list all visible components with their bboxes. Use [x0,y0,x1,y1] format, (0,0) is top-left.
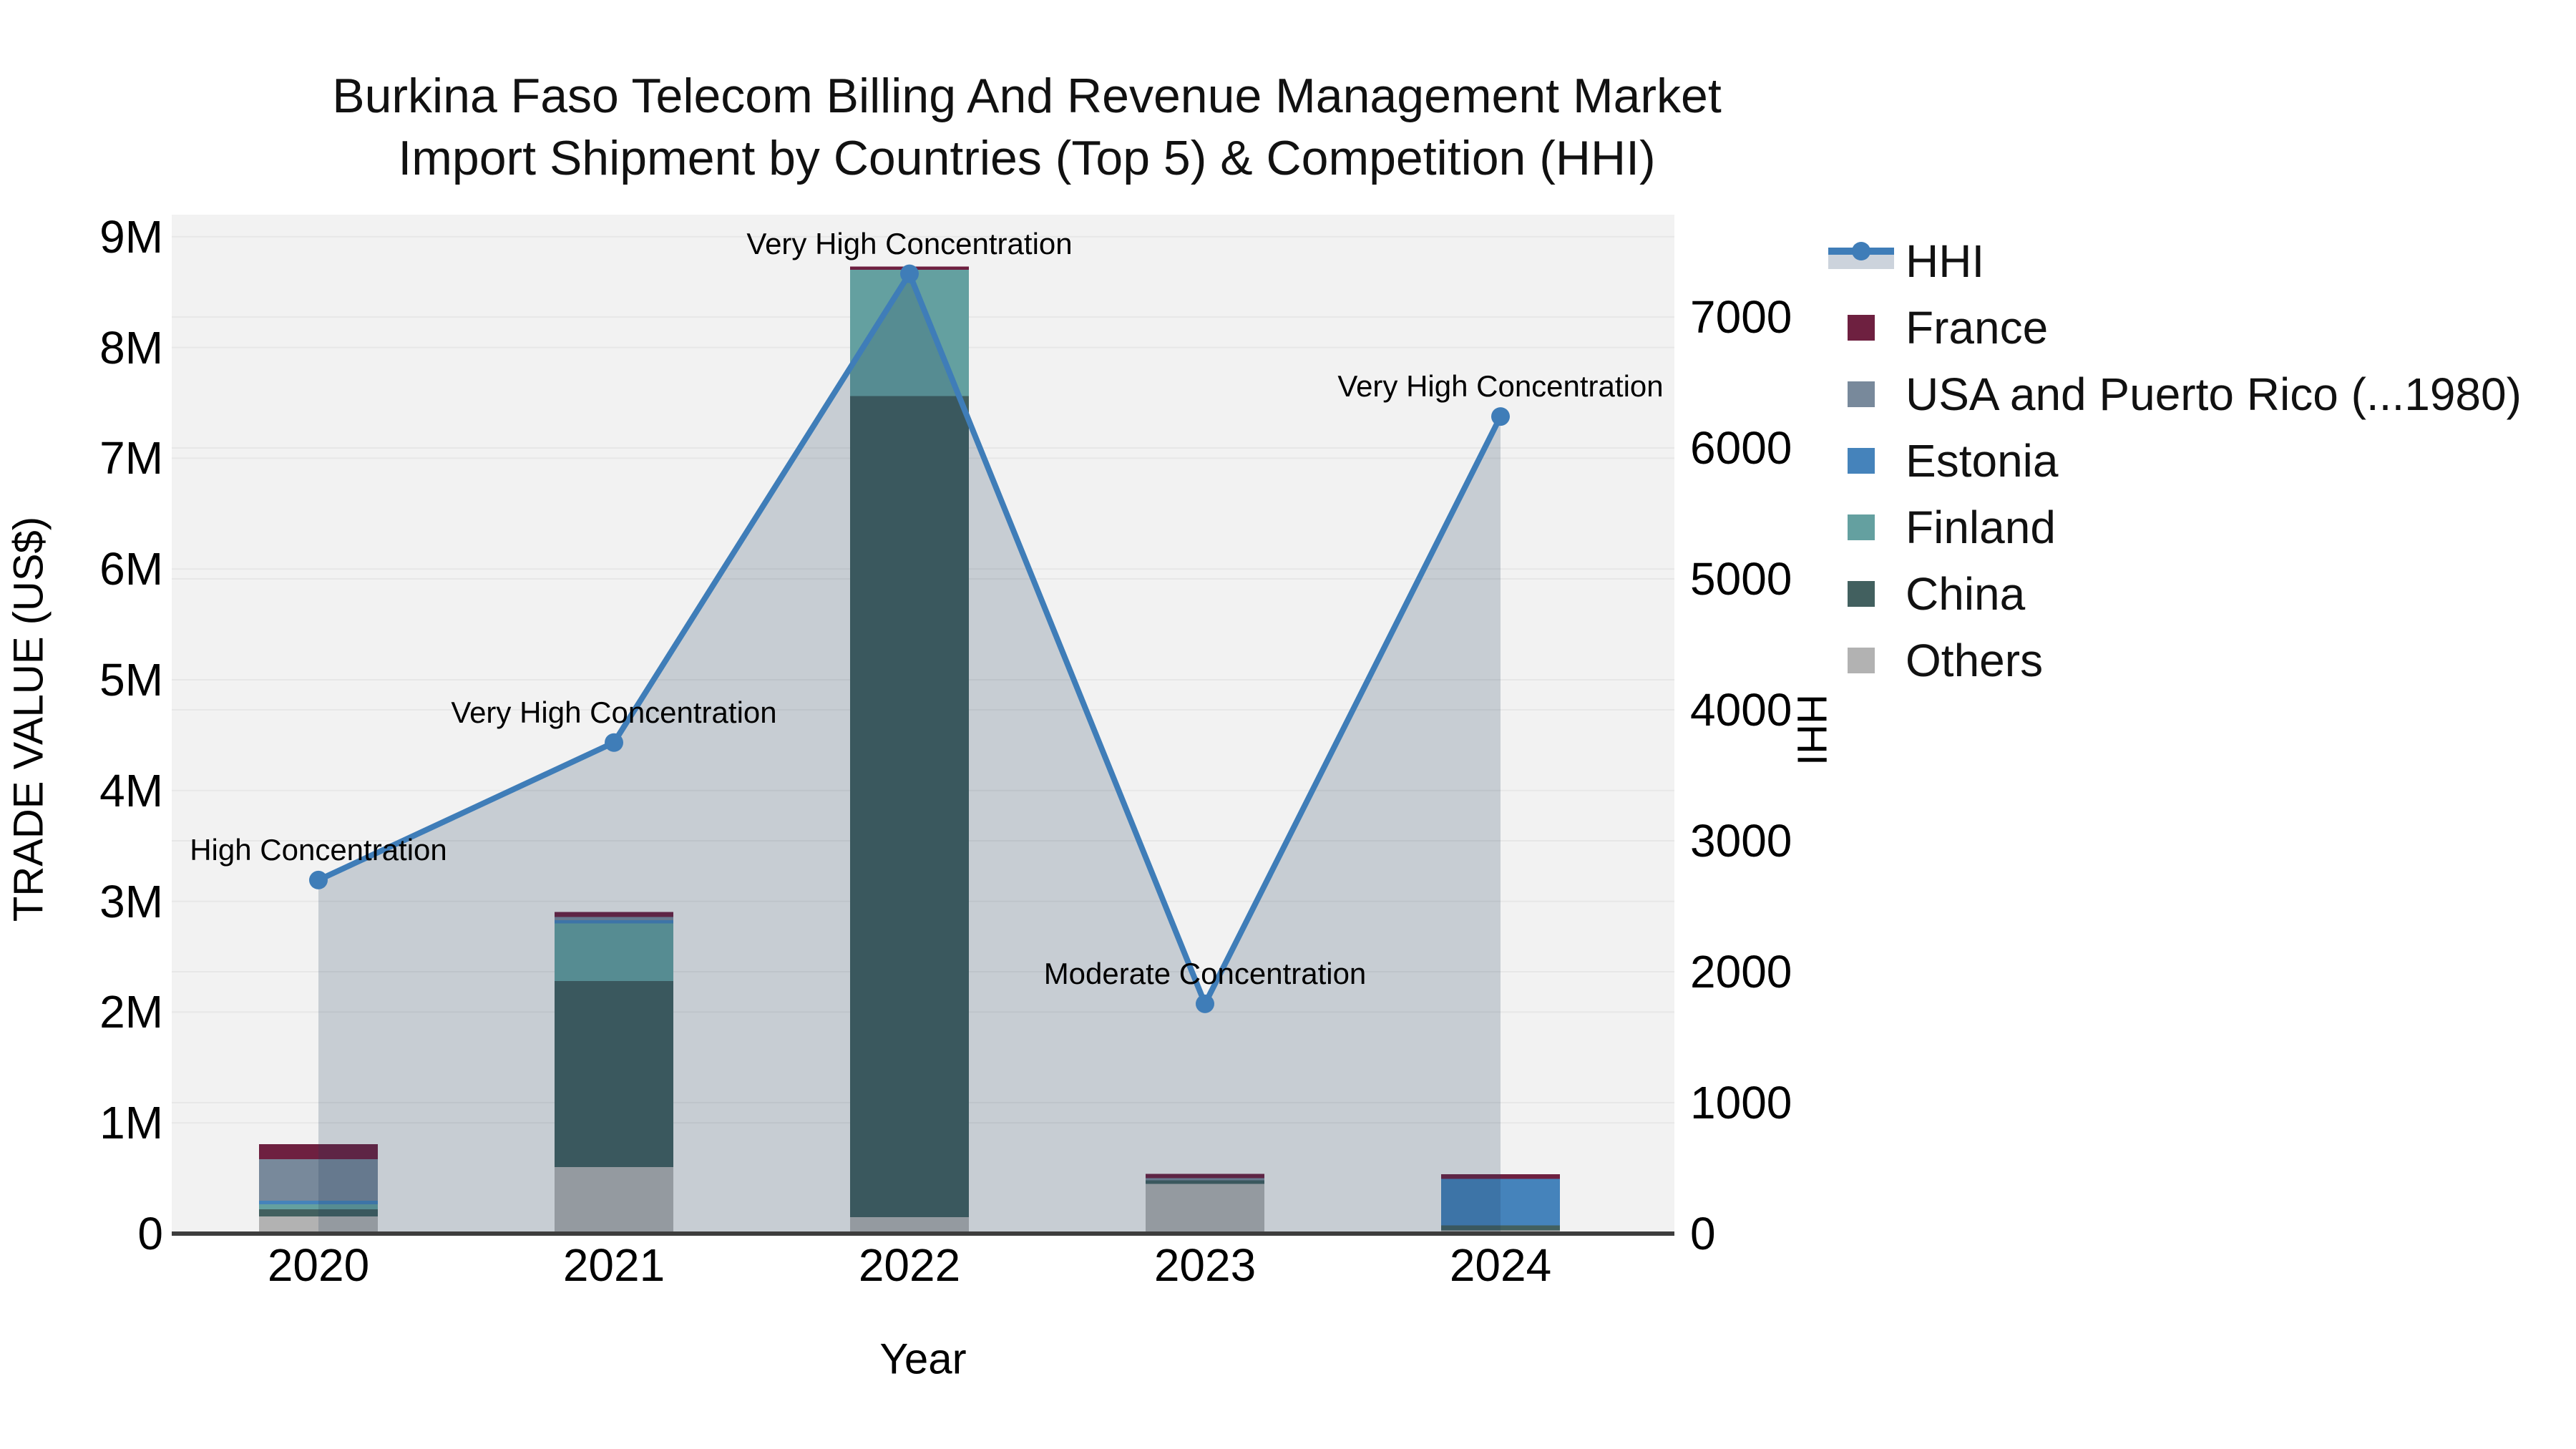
y-right-tick-1000: 1000 [1690,1077,1792,1128]
color-swatch-icon [1828,568,1894,620]
legend-item-usa: USA and Puerto Rico (...1980) [1828,369,2522,420]
legend-label: France [1906,302,2049,353]
legend-label: HHI [1906,235,1985,287]
x-axis-title: Year [879,1335,967,1383]
annotation-2022: Very High Concentration [746,226,1073,260]
hhi-marker-2021 [605,733,623,752]
y-left-tick-4M: 4M [99,764,163,816]
y-right-tick-7000: 7000 [1690,291,1792,343]
legend-label: Finland [1906,502,2056,553]
y-left-tick-2M: 2M [99,986,163,1038]
x-tick-2021: 2021 [562,1239,665,1291]
y-left-tick-6M: 6M [99,543,163,595]
y-right-axis-title: HHI [1788,694,1835,766]
y-left-tick-5M: 5M [99,654,163,706]
color-swatch-icon [1828,302,1894,353]
y-right-tick-0: 0 [1690,1208,1716,1259]
y-left-tick-1M: 1M [99,1097,163,1149]
y-left-tick-0: 0 [137,1208,163,1259]
annotation-2020: High Concentration [190,832,447,867]
y-left-tick-9M: 9M [99,210,163,263]
color-swatch-icon [1828,435,1894,487]
color-swatch-icon [1828,502,1894,553]
y-right-tick-5000: 5000 [1690,553,1792,605]
legend-item-estonia: Estonia [1828,435,2058,487]
hhi-import-chart: Burkina Faso Telecom Billing And Revenue… [0,0,2576,1449]
hhi-marker-2020 [309,870,328,889]
y-right-tick-4000: 4000 [1690,684,1792,736]
legend-item-finland: Finland [1828,502,2056,553]
y-right-tick-3000: 3000 [1690,815,1792,867]
annotation-2024: Very High Concentration [1337,369,1664,404]
color-swatch-icon [1828,369,1894,420]
hhi-marker-2024 [1491,407,1510,426]
legend-item-china: China [1828,568,2025,620]
y-right-tick-6000: 6000 [1690,422,1792,474]
hhi-marker-2023 [1196,994,1214,1013]
legend-label: USA and Puerto Rico (...1980) [1906,369,2522,420]
legend-label: Others [1906,635,2044,686]
x-tick-2023: 2023 [1153,1239,1257,1291]
x-tick-2022: 2022 [858,1239,961,1291]
annotation-2023: Moderate Concentration [1043,956,1367,990]
y-left-tick-7M: 7M [99,432,163,484]
legend-item-hhi: HHI [1828,235,1984,287]
hhi-line-swatch-icon [1828,235,1894,287]
legend-label: China [1906,568,2026,620]
legend-item-others: Others [1828,635,2043,686]
x-tick-2024: 2024 [1449,1239,1552,1291]
y-left-axis-title: TRADE VALUE (US$) [5,516,52,922]
annotation-2021: Very High Concentration [451,695,777,729]
hhi-marker-2022 [900,264,919,283]
legend-label: Estonia [1906,435,2059,487]
y-right-tick-2000: 2000 [1690,946,1792,997]
color-swatch-icon [1828,635,1894,686]
legend-item-france: France [1828,302,2048,353]
x-tick-2020: 2020 [267,1239,370,1291]
y-left-tick-3M: 3M [99,875,163,927]
y-left-tick-8M: 8M [99,321,163,374]
plot-area [172,215,1674,1236]
